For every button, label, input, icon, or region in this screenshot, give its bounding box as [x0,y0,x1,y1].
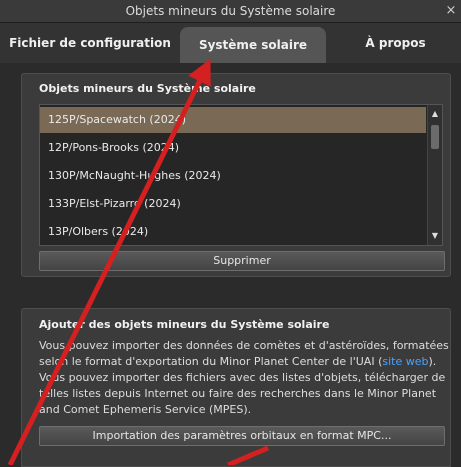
tab-bar: Fichier de configuration Système solaire… [0,23,461,63]
objects-list-title: Objets mineurs du Système solaire [39,82,256,95]
tab-about-label: À propos [365,36,426,50]
list-item[interactable]: 12P/Pons-Brooks (2024) [40,135,426,161]
window-titlebar: Objets mineurs du Système solaire × [0,0,461,23]
scroll-up-icon[interactable]: ▲ [428,107,442,121]
tab-configuration[interactable]: Fichier de configuration [0,23,180,63]
delete-button[interactable]: Supprimer [39,251,445,271]
objects-listbox[interactable]: 125P/Spacewatch (2024) 12P/Pons-Brooks (… [39,104,443,246]
scroll-thumb[interactable] [431,125,439,149]
scroll-down-icon[interactable]: ▼ [428,229,442,243]
tab-solar-system-label: Système solaire [198,38,308,52]
tab-configuration-label: Fichier de configuration [9,36,171,50]
import-mpc-button[interactable]: Importation des paramètres orbitaux en f… [39,426,445,446]
import-description: Vous pouvez importer des données de comè… [39,338,449,418]
window-title: Objets mineurs du Système solaire [125,4,336,18]
tab-about[interactable]: À propos [330,23,461,63]
import-title: Ajouter des objets mineurs du Système so… [39,318,330,331]
tab-solar-system[interactable]: Système solaire [180,27,326,63]
website-link[interactable]: site web [382,355,428,368]
close-icon[interactable]: × [443,0,459,22]
list-scrollbar[interactable]: ▲ ▼ [427,105,442,245]
list-item[interactable]: 133P/Elst-Pizarro (2024) [40,191,426,217]
list-item[interactable]: 130P/McNaught-Hughes (2024) [40,163,426,189]
list-item[interactable]: 13P/Olbers (2024) [40,219,426,245]
list-item[interactable]: 125P/Spacewatch (2024) [40,107,426,133]
